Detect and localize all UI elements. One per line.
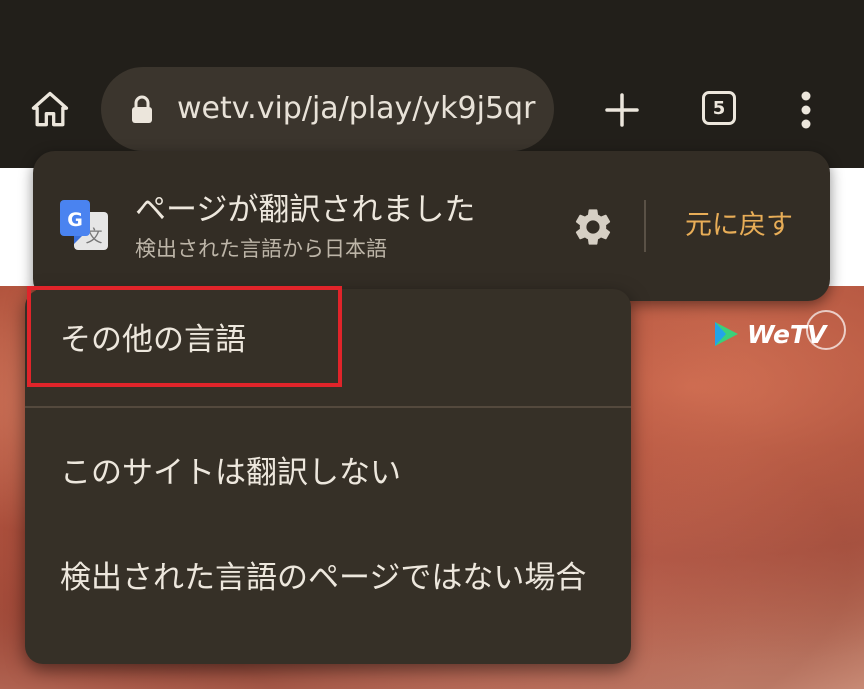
menu-item-not-detected-language[interactable]: 検出された言語のページではない場合 xyxy=(60,559,603,597)
translate-status-title: ページが翻訳されました xyxy=(135,192,476,228)
menu-item-never-translate-site[interactable]: このサイトは翻訳しない xyxy=(60,454,603,492)
svg-text:G: G xyxy=(67,209,83,231)
tab-switcher-button[interactable]: 5 xyxy=(702,91,736,125)
home-button[interactable] xyxy=(24,84,76,136)
revert-translation-button[interactable]: 元に戻す xyxy=(664,206,814,246)
plus-icon xyxy=(605,93,639,127)
browser-toolbar: wetv.vip/ja/play/yk9j5qr 5 xyxy=(0,0,864,168)
highlight-annotation-box xyxy=(27,286,342,387)
overflow-menu-button[interactable] xyxy=(786,86,826,134)
lock-icon xyxy=(132,95,152,123)
translate-status-subtitle: 検出された言語から日本語 xyxy=(135,237,387,261)
new-tab-button[interactable] xyxy=(598,86,646,134)
translate-settings-button[interactable] xyxy=(569,203,617,251)
play-logo-icon xyxy=(715,322,738,346)
translate-bar-divider xyxy=(644,200,646,252)
url-text: wetv.vip/ja/play/yk9j5qr xyxy=(177,91,536,126)
google-translate-icon: 文 G xyxy=(60,200,108,250)
menu-separator xyxy=(25,406,631,408)
gear-icon xyxy=(575,209,611,245)
more-vert-icon xyxy=(801,91,811,129)
address-bar[interactable]: wetv.vip/ja/play/yk9j5qr xyxy=(101,67,554,151)
logo-ring xyxy=(806,310,846,350)
home-icon xyxy=(31,91,69,127)
